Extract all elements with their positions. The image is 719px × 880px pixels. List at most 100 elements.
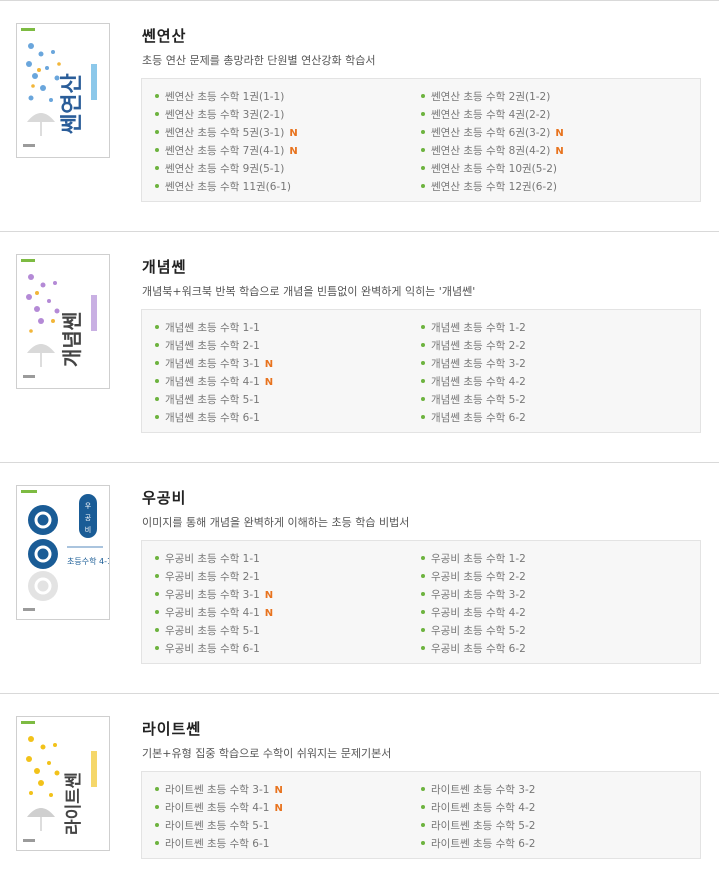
bullet-icon — [155, 343, 159, 347]
volume-link[interactable]: 라이트쎈 초등 수학 3-2 — [421, 781, 687, 799]
bullet-icon — [155, 592, 159, 596]
volume-link[interactable]: 개념쎈 초등 수학 4-1 N — [155, 373, 421, 391]
volume-link[interactable]: 우공비 초등 수학 3-1 N — [155, 586, 421, 604]
bullet-icon — [155, 166, 159, 170]
volume-list: 라이트쎈 초등 수학 3-1 N 라이트쎈 초등 수학 3-2 라이트쎈 초등 수… — [141, 771, 701, 859]
book-cover-gaenyeom-sseon[interactable]: 개념쎈 — [16, 254, 110, 389]
bullet-icon — [421, 592, 425, 596]
bullet-icon — [155, 574, 159, 578]
new-badge: N — [555, 128, 564, 139]
volume-link[interactable]: 개념쎈 초등 수학 3-2 — [421, 355, 687, 373]
bullet-icon — [155, 112, 159, 116]
bullet-icon — [421, 610, 425, 614]
bullet-icon — [421, 415, 425, 419]
volume-link[interactable]: 쎈연산 초등 수학 12권(6-2) — [421, 178, 687, 196]
bullet-icon — [155, 379, 159, 383]
product-description: 이미지를 통해 개념을 완벽하게 이해하는 초등 학습 비법서 — [142, 516, 410, 529]
volume-link[interactable]: 라이트쎈 초등 수학 6-1 — [155, 835, 421, 853]
bullet-icon — [155, 184, 159, 188]
svg-text:쎈연산: 쎈연산 — [60, 73, 85, 134]
volume-list: 우공비 초등 수학 1-1 우공비 초등 수학 1-2 우공비 초등 수학 2-… — [141, 540, 701, 664]
volume-link[interactable]: 개념쎈 초등 수학 1-1 — [155, 319, 421, 337]
bullet-icon — [421, 184, 425, 188]
product-title[interactable]: 라이트쎈 — [142, 718, 201, 739]
bullet-icon — [155, 787, 159, 791]
product-title[interactable]: 쎈연산 — [142, 25, 186, 46]
svg-text:초등수학 4-1: 초등수학 4-1 — [67, 556, 109, 566]
volume-link[interactable]: 라이트쎈 초등 수학 4-1 N — [155, 799, 421, 817]
volume-link[interactable]: 우공비 초등 수학 2-2 — [421, 568, 687, 586]
bullet-icon — [155, 805, 159, 809]
volume-link[interactable]: 우공비 초등 수학 6-2 — [421, 640, 687, 658]
bullet-icon — [421, 397, 425, 401]
bullet-icon — [421, 379, 425, 383]
volume-link[interactable]: 쎈연산 초등 수학 8권(4-2) N — [421, 142, 687, 160]
volume-link[interactable]: 쎈연산 초등 수학 4권(2-2) — [421, 106, 687, 124]
new-badge: N — [274, 785, 283, 796]
svg-text:비: 비 — [85, 525, 91, 534]
new-badge: N — [274, 803, 283, 814]
product-description: 초등 연산 문제를 총망라한 단원별 연산강화 학습서 — [142, 54, 376, 67]
volume-link[interactable]: 우공비 초등 수학 3-2 — [421, 586, 687, 604]
bullet-icon — [155, 397, 159, 401]
volume-link[interactable]: 쎈연산 초등 수학 1권(1-1) — [155, 88, 421, 106]
volume-link[interactable]: 개념쎈 초등 수학 2-1 — [155, 337, 421, 355]
book-cover-light-sseon[interactable]: 라이트쎈 — [16, 716, 110, 851]
volume-link[interactable]: 쎈연산 초등 수학 11권(6-1) — [155, 178, 421, 196]
volume-link[interactable]: 우공비 초등 수학 5-1 — [155, 622, 421, 640]
bullet-icon — [155, 94, 159, 98]
volume-list: 개념쎈 초등 수학 1-1 개념쎈 초등 수학 1-2 개념쎈 초등 수학 2-… — [141, 309, 701, 433]
product-title[interactable]: 개념쎈 — [142, 256, 186, 277]
bullet-icon — [421, 112, 425, 116]
volume-link[interactable]: 쎈연산 초등 수학 3권(2-1) — [155, 106, 421, 124]
volume-link[interactable]: 개념쎈 초등 수학 5-1 — [155, 391, 421, 409]
product-description: 기본+유형 집중 학습으로 수학이 쉬워지는 문제기본서 — [142, 747, 392, 760]
bullet-icon — [155, 556, 159, 560]
book-cover-ugongbi[interactable]: 우 공 비 초등수학 4-1 — [16, 485, 110, 620]
volume-link[interactable]: 우공비 초등 수학 4-2 — [421, 604, 687, 622]
volume-link[interactable]: 개념쎈 초등 수학 5-2 — [421, 391, 687, 409]
book-cover-sseon-yeonsan[interactable]: 쎈연산 — [16, 23, 110, 158]
volume-link[interactable]: 우공비 초등 수학 6-1 — [155, 640, 421, 658]
bullet-icon — [421, 823, 425, 827]
volume-link[interactable]: 쎈연산 초등 수학 9권(5-1) — [155, 160, 421, 178]
volume-link[interactable]: 개념쎈 초등 수학 4-2 — [421, 373, 687, 391]
bullet-icon — [421, 841, 425, 845]
new-badge: N — [289, 146, 298, 157]
volume-link[interactable]: 우공비 초등 수학 2-1 — [155, 568, 421, 586]
volume-link[interactable]: 우공비 초등 수학 1-2 — [421, 550, 687, 568]
bullet-icon — [421, 166, 425, 170]
product-section-ugongbi: 우 공 비 초등수학 4-1 우공비 이미지를 통해 개념을 완벽하게 이해하는… — [0, 462, 719, 693]
svg-text:공: 공 — [85, 514, 92, 522]
bullet-icon — [421, 343, 425, 347]
volume-link[interactable]: 라이트쎈 초등 수학 6-2 — [421, 835, 687, 853]
volume-link[interactable]: 우공비 초등 수학 5-2 — [421, 622, 687, 640]
product-section-light-sseon: 라이트쎈 라이트쎈 기본+유형 집중 학습으로 수학이 쉬워지는 문제기본서 라… — [0, 693, 719, 877]
bullet-icon — [421, 628, 425, 632]
volume-link[interactable]: 쎈연산 초등 수학 10권(5-2) — [421, 160, 687, 178]
bullet-icon — [155, 130, 159, 134]
bullet-icon — [155, 841, 159, 845]
volume-link[interactable]: 개념쎈 초등 수학 1-2 — [421, 319, 687, 337]
volume-link[interactable]: 쎈연산 초등 수학 7권(4-1) N — [155, 142, 421, 160]
volume-link[interactable]: 개념쎈 초등 수학 2-2 — [421, 337, 687, 355]
svg-text:우: 우 — [85, 502, 92, 510]
volume-link[interactable]: 라이트쎈 초등 수학 5-2 — [421, 817, 687, 835]
volume-link[interactable]: 라이트쎈 초등 수학 5-1 — [155, 817, 421, 835]
volume-link[interactable]: 쎈연산 초등 수학 2권(1-2) — [421, 88, 687, 106]
volume-link[interactable]: 쎈연산 초등 수학 6권(3-2) N — [421, 124, 687, 142]
bullet-icon — [155, 415, 159, 419]
volume-link[interactable]: 우공비 초등 수학 1-1 — [155, 550, 421, 568]
bullet-icon — [155, 361, 159, 365]
volume-link[interactable]: 라이트쎈 초등 수학 3-1 N — [155, 781, 421, 799]
volume-link[interactable]: 라이트쎈 초등 수학 4-2 — [421, 799, 687, 817]
volume-link[interactable]: 우공비 초등 수학 4-1 N — [155, 604, 421, 622]
product-title[interactable]: 우공비 — [142, 487, 186, 508]
volume-link[interactable]: 개념쎈 초등 수학 6-2 — [421, 409, 687, 427]
volume-link[interactable]: 개념쎈 초등 수학 6-1 — [155, 409, 421, 427]
bullet-icon — [421, 556, 425, 560]
bullet-icon — [421, 94, 425, 98]
volume-link[interactable]: 쎈연산 초등 수학 5권(3-1) N — [155, 124, 421, 142]
bullet-icon — [421, 148, 425, 152]
volume-link[interactable]: 개념쎈 초등 수학 3-1 N — [155, 355, 421, 373]
